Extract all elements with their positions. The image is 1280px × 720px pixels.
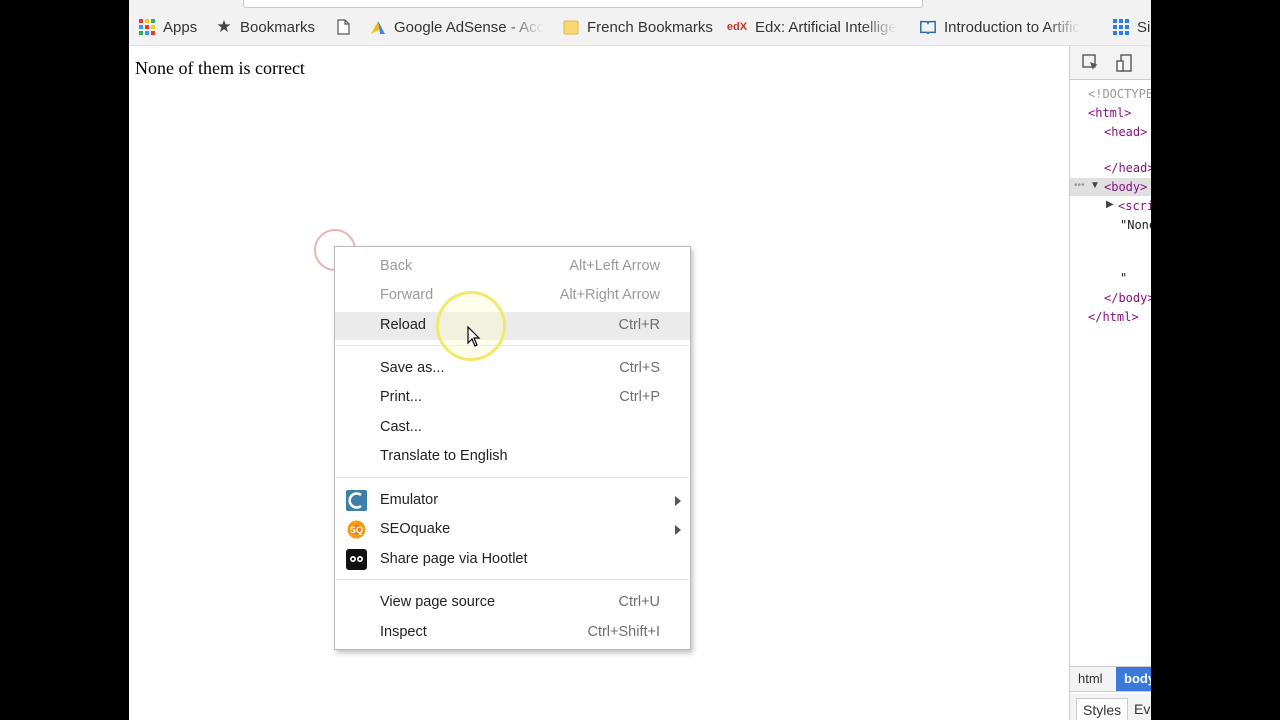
menu-item-label: Emulator	[380, 492, 439, 508]
dom-body-close[interactable]: </body>	[1104, 291, 1151, 305]
devtools-sidebar-tabs: Styles Ev	[1070, 694, 1151, 720]
menu-item-shortcut: Ctrl+S	[619, 360, 660, 376]
menu-separator	[336, 477, 689, 478]
bookmark-label: Apps	[163, 18, 198, 36]
ellipsis-icon: •••	[1074, 180, 1085, 191]
screen-border	[1151, 0, 1280, 720]
menu-item-back[interactable]: Back Alt+Left Arrow	[335, 253, 690, 281]
collapsed-triangle-icon[interactable]: ▶	[1106, 199, 1114, 210]
bookmarks-bar: Apps ★ Bookmarks Google AdSense - Acc Fr…	[129, 0, 1151, 46]
menu-item-shortcut: Ctrl+Shift+I	[587, 624, 660, 640]
menu-item-shortcut: Ctrl+P	[619, 389, 660, 405]
menu-item-label: Reload	[380, 317, 426, 333]
bookmark-label: Edx: Artificial Intellige	[755, 18, 897, 36]
menu-item-shortcut: Ctrl+U	[618, 594, 661, 610]
expand-triangle-icon[interactable]: ▼	[1090, 180, 1100, 191]
menu-item-label: Save as...	[380, 360, 445, 376]
dom-script[interactable]: <scri	[1118, 199, 1151, 213]
context-menu: Back Alt+Left Arrow Forward Alt+Right Ar…	[334, 246, 691, 650]
submenu-arrow-icon	[675, 525, 681, 535]
bookmark-bookmarks[interactable]: ★ Bookmarks	[215, 17, 315, 37]
menu-item-label: Inspect	[380, 624, 427, 640]
page-icon	[334, 18, 352, 36]
edx-icon: edX	[726, 21, 748, 33]
menu-separator	[336, 345, 689, 346]
menu-item-save-as[interactable]: Save as... Ctrl+S	[335, 355, 690, 383]
menu-item-print[interactable]: Print... Ctrl+P	[335, 384, 690, 412]
bookmark-edx[interactable]: edX Edx: Artificial Intellige	[726, 17, 904, 37]
grid-icon	[1112, 18, 1130, 36]
menu-item-shortcut: Alt+Right Arrow	[559, 287, 660, 303]
menu-item-shortcut: Alt+Left Arrow	[569, 258, 660, 274]
bookmark-label: Google AdSense - Acc	[394, 18, 544, 36]
device-toolbar-icon[interactable]	[1116, 54, 1134, 72]
menu-item-label: Forward	[380, 287, 434, 303]
breadcrumb-body[interactable]: body	[1116, 667, 1151, 691]
menu-item-emulator[interactable]: Emulator	[335, 487, 690, 515]
breadcrumb-html[interactable]: html	[1070, 667, 1111, 691]
bookmark-si[interactable]: Si	[1112, 17, 1150, 37]
devtools-panel: <!DOCTYPE <html> <head> </head> ••• ▼ <b…	[1069, 46, 1151, 720]
menu-item-label: Cast...	[380, 419, 422, 435]
dom-html-close[interactable]: </html>	[1088, 310, 1139, 324]
dom-head-open[interactable]: <head>	[1104, 125, 1147, 139]
dom-html-open[interactable]: <html>	[1088, 106, 1131, 120]
menu-item-seoquake[interactable]: SQ SEOquake	[335, 516, 690, 544]
menu-item-cast[interactable]: Cast...	[335, 414, 690, 442]
menu-item-forward[interactable]: Forward Alt+Right Arrow	[335, 282, 690, 310]
dom-text-node[interactable]: "None	[1120, 218, 1151, 232]
dom-doctype[interactable]: <!DOCTYPE	[1088, 87, 1151, 101]
menu-item-label: Translate to English	[380, 448, 508, 464]
select-element-icon[interactable]	[1082, 54, 1100, 72]
folder-icon	[562, 18, 580, 36]
star-icon: ★	[216, 17, 232, 36]
dom-body-open[interactable]: <body>	[1104, 180, 1147, 194]
menu-item-translate[interactable]: Translate to English	[335, 443, 690, 471]
svg-text:SQ: SQ	[350, 525, 363, 535]
browser-window: Apps ★ Bookmarks Google AdSense - Acc Fr…	[129, 0, 1151, 720]
submenu-arrow-icon	[675, 496, 681, 506]
tab-styles[interactable]: Styles	[1076, 698, 1129, 720]
book-icon	[919, 18, 937, 36]
bookmark-apps[interactable]: Apps	[138, 17, 197, 37]
apps-grid-icon	[138, 18, 156, 36]
menu-item-label: Back	[380, 258, 413, 274]
menu-item-view-source[interactable]: View page source Ctrl+U	[335, 589, 690, 617]
tab-event-listeners[interactable]: Ev	[1128, 698, 1151, 720]
bookmark-google-adsense[interactable]: Google AdSense - Acc	[369, 17, 544, 37]
menu-item-label: Print...	[380, 389, 422, 405]
dom-head-close[interactable]: </head>	[1104, 161, 1151, 175]
menu-separator	[336, 579, 689, 580]
menu-item-label: Share page via Hootlet	[380, 551, 528, 567]
bookmark-label: Si	[1137, 18, 1151, 36]
page-body-text: None of them is correct	[135, 58, 305, 78]
menu-item-hootlet[interactable]: Share page via Hootlet	[335, 546, 690, 574]
bookmark-label: Bookmarks	[240, 18, 316, 36]
mouse-pointer-icon	[467, 326, 481, 347]
menu-item-shortcut: Ctrl+R	[618, 317, 661, 333]
hootlet-owl-icon	[346, 549, 367, 570]
bookmark-label: Introduction to Artific	[944, 18, 1080, 36]
menu-item-label: SEOquake	[380, 521, 451, 537]
adsense-icon	[369, 18, 387, 36]
bookmark-label: French Bookmarks	[587, 18, 713, 36]
bookmark-french-bookmarks[interactable]: French Bookmarks	[562, 17, 713, 37]
bookmark-page[interactable]	[334, 17, 359, 37]
menu-item-label: View page source	[380, 594, 496, 610]
devtools-breadcrumbs: html body	[1070, 666, 1151, 692]
dom-text-node-end[interactable]: "	[1120, 271, 1127, 285]
seoquake-icon: SQ	[347, 520, 366, 539]
emulator-icon	[346, 490, 367, 511]
menu-item-inspect[interactable]: Inspect Ctrl+Shift+I	[335, 619, 690, 647]
bookmark-introduction[interactable]: Introduction to Artific	[919, 17, 1097, 37]
devtools-toolbar	[1070, 46, 1151, 80]
menu-item-reload[interactable]: Reload Ctrl+R	[335, 312, 690, 340]
address-bar[interactable]	[243, 0, 923, 8]
